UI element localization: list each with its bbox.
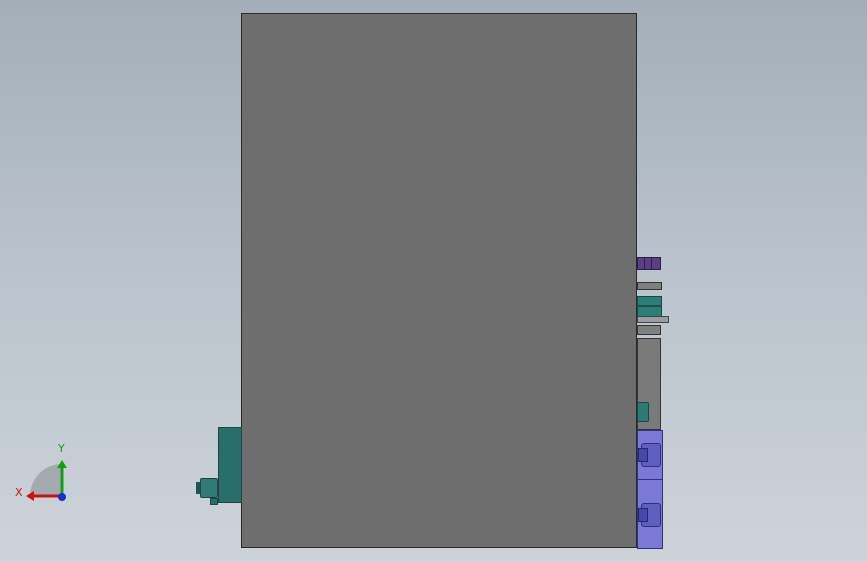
purple-cap-edge — [651, 258, 652, 269]
x-axis-label: X — [15, 486, 23, 499]
part-gray-spacer[interactable] — [637, 325, 661, 335]
purple-cap-edge — [644, 258, 645, 269]
part-gray-bar[interactable] — [637, 316, 669, 323]
part-left-nut[interactable] — [200, 478, 218, 498]
green-stack-divider — [637, 305, 662, 307]
part-gray-cap[interactable] — [637, 282, 662, 290]
part-left-shaft[interactable] — [210, 498, 218, 505]
blue-nut-lower — [638, 508, 648, 522]
y-axis-arrow — [57, 460, 67, 468]
part-teal-knob[interactable] — [637, 402, 649, 422]
part-purple-cap[interactable] — [637, 257, 661, 270]
blue-block-seam — [638, 479, 662, 480]
part-green-stack[interactable] — [637, 296, 662, 318]
triad-plane-fill — [30, 464, 62, 496]
y-axis-label: Y — [58, 442, 65, 455]
part-left-block[interactable] — [218, 427, 242, 503]
z-axis-dot — [58, 493, 66, 501]
x-axis-arrow — [26, 491, 34, 501]
part-main-body[interactable] — [241, 13, 637, 548]
triad-icon — [26, 460, 67, 501]
blue-nut-upper — [638, 448, 648, 462]
reference-triad: Y X — [12, 440, 82, 510]
part-blue-block[interactable] — [637, 430, 663, 549]
